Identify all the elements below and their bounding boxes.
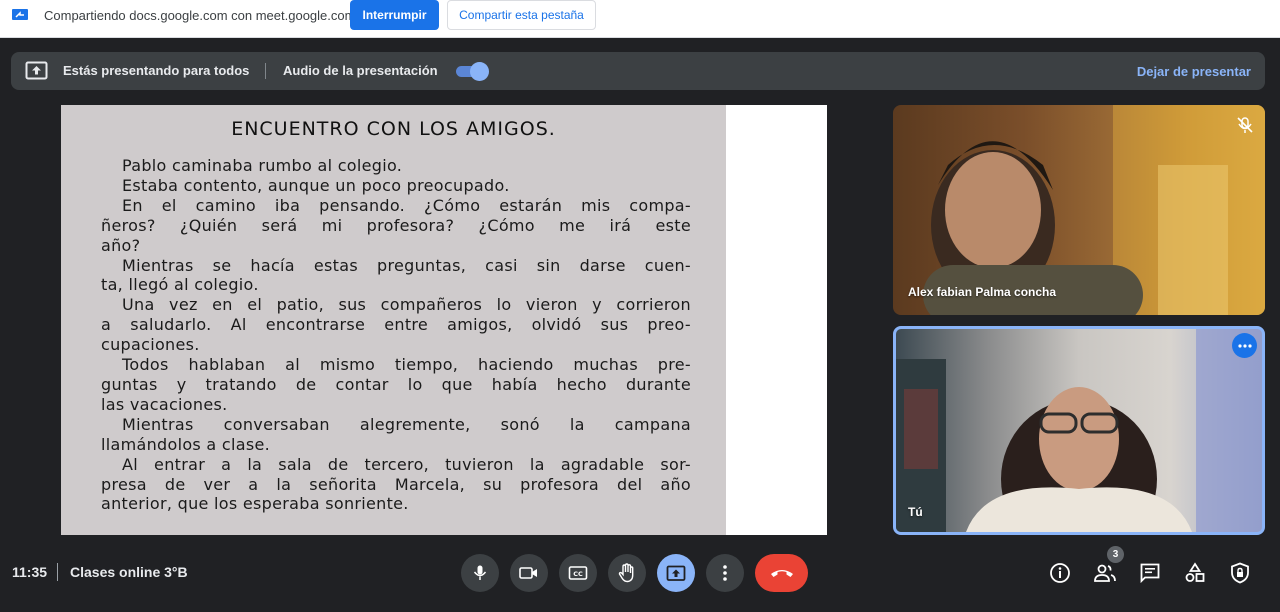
meeting-details-button[interactable] xyxy=(1047,560,1073,586)
text-line: a saludarlo. Al encontrarse entre amigos… xyxy=(101,315,691,335)
present-screen-icon xyxy=(25,61,48,80)
meeting-time: 11:35 xyxy=(12,564,48,580)
microphone-button[interactable] xyxy=(461,554,499,592)
more-vertical-icon xyxy=(723,565,727,581)
presenting-label: Estás presentando para todos xyxy=(63,63,250,78)
present-now-button[interactable] xyxy=(657,554,695,592)
present-screen-icon xyxy=(666,565,686,581)
hang-up-icon xyxy=(770,570,793,577)
info-icon xyxy=(1050,563,1070,583)
text-line: Mientras se hacía estas preguntas, casi … xyxy=(122,255,691,275)
text-line: llamándolos a clase. xyxy=(101,434,271,454)
slide-page: ENCUENTRO CON LOS AMIGOS. Pablo caminaba… xyxy=(61,105,726,535)
text-line: En el camino iba pensando. ¿Cómo estarán… xyxy=(122,195,691,215)
shared-presentation: ENCUENTRO CON LOS AMIGOS. Pablo caminaba… xyxy=(61,105,827,535)
host-controls-button[interactable] xyxy=(1227,560,1253,586)
activities-icon xyxy=(1185,562,1205,582)
participant-count-badge: 3 xyxy=(1107,546,1124,563)
text-line: Mientras conversaban alegremente, sonó l… xyxy=(122,414,691,434)
more-options-button[interactable] xyxy=(1232,333,1257,358)
text-line: Todos hablaban al mismo tiempo, haciendo… xyxy=(122,355,691,375)
chat-icon xyxy=(1140,563,1160,584)
text-line: ta, llegó al colegio. xyxy=(101,275,259,295)
screen-share-icon xyxy=(12,9,28,20)
mic-icon xyxy=(473,565,487,580)
text-line: guntas y tratando de contar lo que había… xyxy=(101,374,691,394)
presenting-bar: Estás presentando para todos Audio de la… xyxy=(11,52,1265,90)
closed-captions-icon: CC xyxy=(568,566,588,580)
hand-icon xyxy=(618,563,634,583)
camera-button[interactable] xyxy=(510,554,548,592)
tab-sharing-infobar: Compartiendo docs.google.com con meet.go… xyxy=(0,0,1280,38)
svg-text:CC: CC xyxy=(573,570,583,578)
stop-presenting-button[interactable]: Dejar de presentar xyxy=(1137,64,1251,79)
share-this-tab-button[interactable]: Compartir esta pestaña xyxy=(447,0,596,30)
text-line: año? xyxy=(101,235,141,255)
self-tile[interactable]: Tú xyxy=(893,326,1265,535)
text-line: Una vez en el patio, sus compañeros lo v… xyxy=(122,295,691,315)
divider xyxy=(57,563,58,581)
people-button[interactable] xyxy=(1092,560,1118,586)
participant-name: Alex fabian Palma concha xyxy=(908,285,1057,299)
raise-hand-button[interactable] xyxy=(608,554,646,592)
leave-call-button[interactable] xyxy=(755,554,808,592)
slide-text: Pablo caminaba rumbo al colegio. Estaba … xyxy=(101,156,691,514)
sharing-status-text: Compartiendo docs.google.com con meet.go… xyxy=(44,8,356,23)
more-horizontal-icon xyxy=(1237,343,1252,348)
presentation-audio-label: Audio de la presentación xyxy=(283,63,438,78)
text-line: presa de ver a la señorita Marcela, su p… xyxy=(101,474,691,494)
text-line: Estaba contento, aunque un poco preocupa… xyxy=(122,175,510,195)
participant-tile[interactable]: Alex fabian Palma concha xyxy=(893,105,1265,315)
video-camera-icon xyxy=(519,567,537,579)
participant-name: Tú xyxy=(908,505,923,519)
captions-button[interactable]: CC xyxy=(559,554,597,592)
text-line: Pablo caminaba rumbo al colegio. xyxy=(122,156,403,175)
participant-video xyxy=(923,105,1265,315)
presentation-audio-toggle[interactable] xyxy=(454,62,489,81)
more-options-button[interactable] xyxy=(706,554,744,592)
text-line: Al entrar a la sala de tercero, tuvieron… xyxy=(122,454,691,474)
stop-sharing-button[interactable]: Interrumpir xyxy=(350,0,439,30)
text-line: ñeros? ¿Quién será mi profesora? ¿Cómo m… xyxy=(101,215,691,235)
meeting-name: Clases online 3°B xyxy=(70,564,188,580)
text-line: cupaciones. xyxy=(101,335,200,355)
activities-button[interactable] xyxy=(1182,560,1208,586)
shield-lock-icon xyxy=(1231,562,1249,584)
divider xyxy=(265,63,266,79)
text-line: las vacaciones. xyxy=(101,394,228,414)
self-video xyxy=(896,329,1262,532)
muted-mic-icon xyxy=(1237,117,1253,133)
slide-title: ENCUENTRO CON LOS AMIGOS. xyxy=(231,118,556,140)
text-line: anterior, que los esperaba sonriente. xyxy=(101,494,409,514)
chat-button[interactable] xyxy=(1137,560,1163,586)
people-icon xyxy=(1094,564,1116,582)
